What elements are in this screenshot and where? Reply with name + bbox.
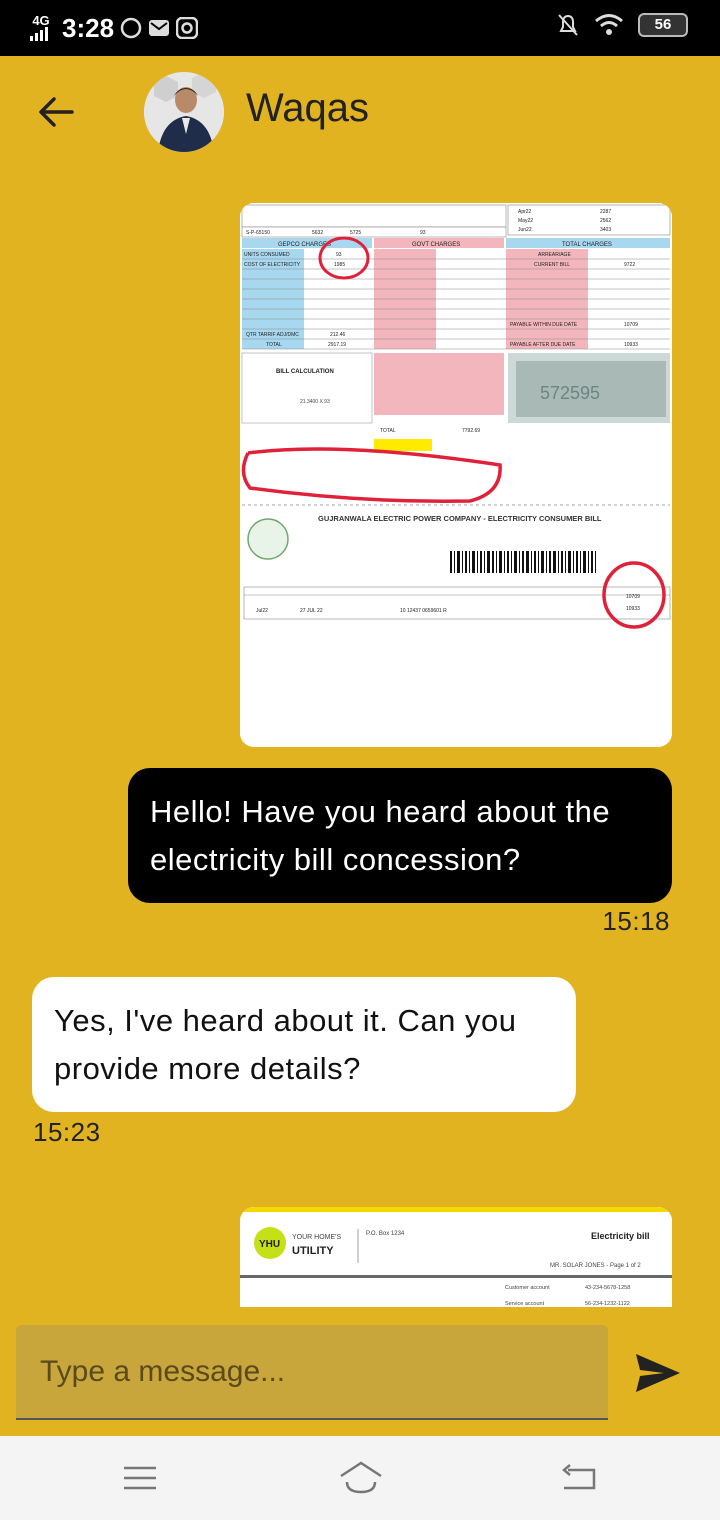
- utility-logo: YHU: [259, 1239, 280, 1250]
- service-account-label: Service account: [505, 1301, 545, 1307]
- svg-text:QTR TARRIF ADJ/DMC: QTR TARRIF ADJ/DMC: [246, 332, 299, 338]
- cost-label: COST OF ELECTRICITY: [244, 262, 301, 268]
- contact-avatar[interactable]: [144, 72, 224, 152]
- svg-text:93: 93: [420, 230, 426, 236]
- svg-text:7792.69: 7792.69: [462, 428, 480, 434]
- message-text: Yes, I've heard about it. Can you provid…: [54, 1003, 517, 1086]
- bill-month: Jul22: [256, 608, 268, 614]
- utility-address: P.O. Box 1234: [366, 1231, 405, 1237]
- send-button[interactable]: [630, 1350, 686, 1396]
- send-icon: [636, 1354, 680, 1392]
- current-bill-value: 9722: [624, 262, 635, 268]
- svg-text:ARREAR/AGE: ARREAR/AGE: [538, 252, 571, 258]
- govt-charges-header: GOVT CHARGES: [412, 242, 460, 248]
- message-text: Hello! Have you heard about the electric…: [150, 794, 611, 877]
- payable-after-value: 10933: [624, 342, 638, 348]
- network-type: 4G: [32, 13, 50, 28]
- total-label: TOTAL: [266, 342, 282, 348]
- payable-after-label: PAYABLE AFTER DUE DATE: [510, 342, 576, 348]
- chat-header: Waqas: [0, 56, 720, 170]
- svg-text:Jun22: Jun22: [518, 227, 532, 233]
- payable-within-label: PAYABLE WITHIN DUE DATE: [510, 322, 578, 328]
- whatsapp-icon: [120, 17, 142, 39]
- total-value: 2917.19: [328, 342, 346, 348]
- return-icon: [562, 1464, 596, 1490]
- svg-text:3403: 3403: [600, 227, 611, 233]
- utility-brand-bottom: UTILITY: [292, 1245, 334, 1257]
- status-bar: 4G 3:28 56: [0, 0, 720, 56]
- electricity-bill-photo: S-P-65150 5632 5725 93 Apr22 May22 Jun22…: [240, 203, 672, 747]
- payable-within-value: 10709: [624, 322, 638, 328]
- svg-text:572595: 572595: [540, 383, 600, 403]
- current-bill-label: CURRENT BILL: [534, 262, 570, 268]
- svg-text:2562: 2562: [600, 218, 611, 224]
- svg-text:May22: May22: [518, 218, 533, 224]
- back-nav-button[interactable]: [558, 1458, 602, 1498]
- due-date: 27 JUL 22: [300, 608, 323, 614]
- units-consumed-value: 93: [336, 252, 342, 258]
- utility-bill-title: Electricity bill: [591, 1231, 650, 1241]
- arrow-left-icon: [39, 97, 74, 127]
- total-charges-header: TOTAL CHARGES: [562, 242, 612, 248]
- svg-text:212.46: 212.46: [330, 332, 346, 338]
- svg-text:2287: 2287: [600, 209, 611, 215]
- home-button[interactable]: [338, 1458, 382, 1498]
- message-input[interactable]: [16, 1325, 608, 1418]
- outgoing-message-bubble[interactable]: Hello! Have you heard about the electric…: [128, 768, 672, 903]
- cost-value: 1985: [334, 262, 345, 268]
- svg-text:21.3400 X 93: 21.3400 X 93: [300, 399, 330, 405]
- svg-text:5725: 5725: [350, 230, 361, 236]
- home-icon: [340, 1461, 382, 1494]
- system-nav-bar: [0, 1436, 720, 1520]
- utility-bill-image-message[interactable]: YHU YOUR HOME'S UTILITY P.O. Box 1234 El…: [240, 1207, 672, 1307]
- clock: 3:28: [62, 12, 115, 43]
- instagram-icon: [176, 17, 199, 39]
- bill-image-message[interactable]: S-P-65150 5632 5725 93 Apr22 May22 Jun22…: [240, 203, 672, 747]
- units-consumed-label: UNITS CONSUMED: [244, 252, 290, 258]
- gmail-icon: [149, 20, 170, 36]
- battery-indicator: 56: [638, 13, 688, 37]
- svg-text:BILL CALCULATION: BILL CALCULATION: [276, 369, 334, 375]
- svg-text:5632: 5632: [312, 230, 323, 236]
- utility-customer: MR. SOLAR JONES - Page 1 of 2: [550, 1263, 641, 1269]
- meter-no: S-P-65150: [246, 230, 270, 236]
- incoming-message-bubble[interactable]: Yes, I've heard about it. Can you provid…: [32, 977, 576, 1112]
- avatar-photo: [144, 72, 224, 152]
- utility-bill-photo: YHU YOUR HOME'S UTILITY P.O. Box 1234 El…: [240, 1207, 672, 1307]
- back-button[interactable]: [32, 88, 80, 136]
- utility-brand-top: YOUR HOME'S: [292, 1234, 342, 1241]
- mute-bell-icon: [558, 14, 578, 36]
- customer-account: 43-234-5678-1258: [585, 1285, 630, 1291]
- svg-text:10933: 10933: [626, 606, 640, 612]
- contact-name: Waqas: [246, 86, 370, 130]
- svg-text:Apr22: Apr22: [518, 209, 532, 215]
- customer-account-label: Customer account: [505, 1285, 550, 1291]
- menu-icon: [124, 1466, 156, 1490]
- service-account: 56-234-1232-1122: [585, 1301, 630, 1307]
- reference-no: 10 12437 0659601 R: [400, 608, 447, 614]
- bill-company-name: GUJRANWALA ELECTRIC POWER COMPANY - ELEC…: [318, 514, 602, 523]
- message-time: 15:18: [602, 906, 670, 936]
- menu-button[interactable]: [118, 1458, 162, 1498]
- svg-text:TOTAL: TOTAL: [380, 428, 396, 434]
- svg-text:10709: 10709: [626, 594, 640, 600]
- message-time: 15:23: [33, 1117, 101, 1147]
- signal-icon: [30, 27, 48, 41]
- wifi-icon: [595, 14, 623, 35]
- message-input-container: [16, 1325, 608, 1420]
